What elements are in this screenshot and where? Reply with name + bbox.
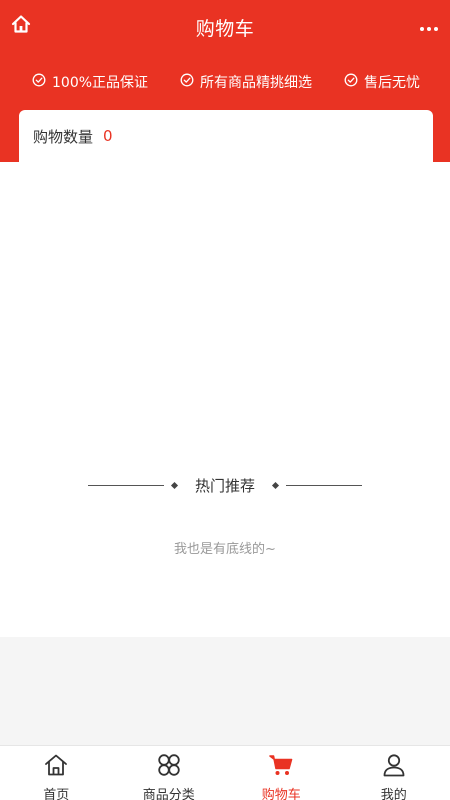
guarantee-label: 售后无忧 [364, 75, 420, 91]
cart-count-card: 购物数量 0 [19, 110, 433, 162]
tab-label: 我的 [380, 788, 407, 800]
guarantee-item-authentic: 100%正品保证 [32, 72, 148, 92]
tab-label: 购物车 [261, 788, 301, 800]
check-circle-icon [344, 73, 364, 91]
home-icon [43, 752, 69, 782]
end-of-list-note: 我也是有底线的~ [174, 542, 276, 557]
home-button[interactable] [8, 13, 34, 39]
recommend-title: 热门推荐 [194, 476, 255, 495]
diamond-icon [170, 481, 179, 489]
guarantee-bar: 100%正品保证 所有商品精挑细选 售后无忧 [0, 68, 450, 96]
more-button[interactable] [416, 13, 442, 39]
diamond-icon [271, 481, 280, 489]
page-footer-area [0, 637, 450, 745]
guarantee-label: 所有商品精挑细选 [200, 75, 313, 91]
cart-icon [268, 752, 294, 782]
cart-count-label: 购物数量 [33, 127, 94, 146]
guarantee-label: 100%正品保证 [52, 75, 149, 91]
divider-left [87, 484, 164, 486]
more-dots-icon [419, 17, 439, 36]
guarantee-item-aftersale: 售后无忧 [344, 72, 420, 92]
cart-content: 热门推荐 我也是有底线的~ [0, 162, 450, 637]
header: 购物车 100%正品保证 所有商品精挑细选 售后无忧 购物数量 0 [0, 0, 450, 162]
tab-profile[interactable]: 我的 [338, 746, 450, 800]
tab-label: 首页 [43, 788, 70, 800]
bottom-tab-bar: 首页 商品分类 购物车 我的 [0, 745, 450, 800]
recommend-header: 热门推荐 [0, 475, 450, 495]
category-icon [156, 752, 182, 782]
home-icon [11, 14, 31, 38]
divider-right [286, 484, 362, 486]
tab-label: 商品分类 [142, 788, 195, 800]
check-circle-icon [180, 73, 200, 91]
cart-count-value: 0 [103, 127, 113, 145]
tab-home[interactable]: 首页 [0, 746, 113, 800]
tab-cart[interactable]: 购物车 [225, 746, 338, 800]
user-icon [381, 752, 407, 782]
title-bar: 购物车 [0, 0, 450, 54]
tab-category[interactable]: 商品分类 [113, 746, 226, 800]
check-circle-icon [32, 73, 52, 91]
guarantee-item-selected: 所有商品精挑细选 [180, 72, 312, 92]
page-title: 购物车 [195, 17, 255, 40]
